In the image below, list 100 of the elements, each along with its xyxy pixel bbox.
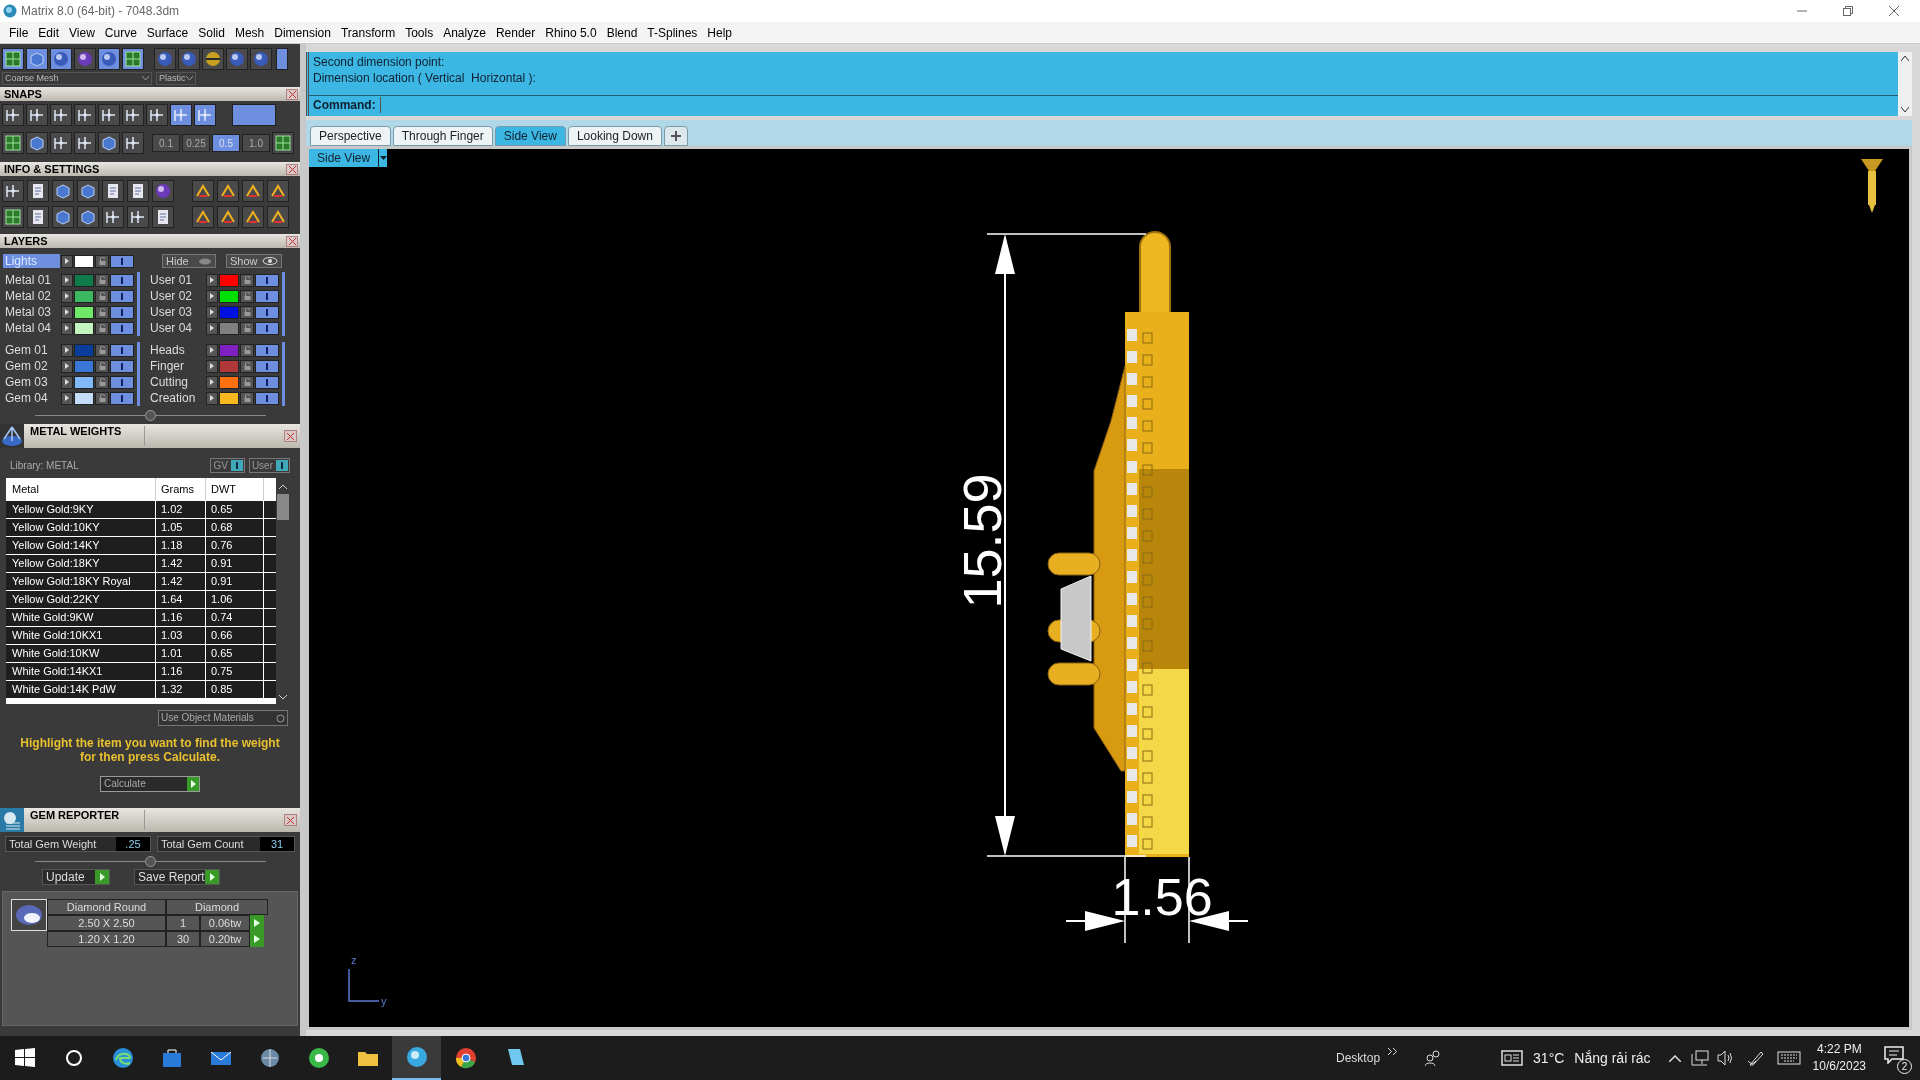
column-header[interactable]: Metal [6,478,156,500]
visibility-toggle[interactable] [255,359,279,373]
view-tab[interactable]: Perspective [310,126,391,146]
lock-button[interactable] [95,254,109,268]
close-panel-button[interactable] [284,814,297,826]
network-icon[interactable] [1690,1050,1709,1066]
weather-description[interactable]: Nắng rải rác [1574,1047,1651,1069]
grid-tool-button[interactable] [2,206,24,228]
visibility-toggle[interactable] [110,273,134,287]
crosshair-tool-button[interactable] [50,104,72,126]
view-tab[interactable]: Side View [494,126,566,146]
visibility-toggle[interactable] [255,273,279,287]
menu-item[interactable]: Tools [400,23,439,42]
triangle-tool-button[interactable] [217,180,239,202]
document-tool-button[interactable] [27,206,49,228]
crosshair-tool-button[interactable] [50,132,72,154]
visibility-toggle[interactable] [110,305,134,319]
desktop-toolbar-label[interactable]: Desktop [1336,1049,1381,1067]
expand-button[interactable] [61,273,73,287]
expand-handle[interactable] [144,855,156,867]
layer-name[interactable]: User 04 [148,321,205,335]
triangle-tool-button[interactable] [242,180,264,202]
triangle-tool-button[interactable] [267,206,289,228]
layer-name[interactable]: Cutting [148,375,205,389]
expand-button[interactable] [206,343,218,357]
layer-color-swatch[interactable] [74,273,94,287]
layer-color-swatch[interactable] [74,321,94,335]
menu-item[interactable]: Blend [601,23,643,42]
visibility-toggle[interactable] [255,321,279,335]
menu-item[interactable]: File [4,23,34,42]
toggle-button[interactable] [276,48,288,70]
lock-button[interactable] [240,391,254,405]
layer-name[interactable]: Metal 02 [3,289,60,303]
chevron-up-icon[interactable] [1668,1054,1681,1062]
toggle-button[interactable] [232,104,276,126]
clock-date[interactable]: 10/6/2023 [1812,1058,1866,1075]
people-icon[interactable] [1425,1050,1442,1066]
lock-button[interactable] [95,321,109,335]
news-icon[interactable] [1501,1050,1524,1066]
cube-tool-button[interactable] [26,48,48,70]
lock-button[interactable] [95,375,109,389]
visibility-toggle[interactable] [110,375,134,389]
lock-button[interactable] [95,343,109,357]
sphere-tool-button[interactable] [250,48,272,70]
chevron-icon[interactable] [1388,1047,1398,1055]
layer-color-swatch[interactable] [74,391,94,405]
expand-button[interactable] [206,391,218,405]
layer-color-swatch[interactable] [219,391,239,405]
expand-button[interactable] [206,273,218,287]
layer-color-swatch[interactable] [219,375,239,389]
crosshair-tool-button[interactable] [146,104,168,126]
view-tab[interactable]: Through Finger [392,126,493,146]
snap-value-button[interactable]: 0.25 [182,134,210,152]
document-tool-button[interactable] [152,206,174,228]
layer-name[interactable]: Gem 03 [3,375,60,389]
visibility-toggle[interactable] [110,289,134,303]
expand-button[interactable] [61,305,73,319]
layer-color-swatch[interactable] [219,343,239,357]
expand-button[interactable] [61,254,73,268]
orientation-figure-icon[interactable] [1861,159,1883,213]
crosshair-tool-button[interactable] [122,104,144,126]
layer-color-swatch[interactable] [74,305,94,319]
keyboard-icon[interactable] [1776,1051,1801,1065]
cube-tool-button[interactable] [52,206,74,228]
expand-button[interactable] [61,359,73,373]
layer-name[interactable]: Metal 01 [3,273,60,287]
triangle-tool-button[interactable] [217,206,239,228]
pendant-model-drawing[interactable] [1047,231,1189,857]
layer-color-swatch[interactable] [219,273,239,287]
crosshair-tool-button[interactable] [122,132,144,154]
layer-name[interactable]: Gem 02 [3,359,60,373]
crosshair-tool-button[interactable] [194,104,216,126]
layer-name[interactable]: Metal 04 [3,321,60,335]
save-report-button[interactable]: Save Report [134,869,220,885]
pen-icon[interactable] [1746,1049,1765,1067]
menu-item[interactable]: Dimension [269,23,336,42]
visibility-toggle[interactable] [110,359,134,373]
layer-color-swatch[interactable] [74,343,94,357]
select-gems-button[interactable] [250,931,264,947]
layer-name[interactable]: User 03 [148,305,205,319]
menu-item[interactable]: Mesh [229,23,270,42]
sphere-tool-button[interactable] [226,48,248,70]
lock-button[interactable] [240,289,254,303]
grid-tool-button[interactable] [122,48,144,70]
sphere-tool-button[interactable] [178,48,200,70]
lock-button[interactable] [240,321,254,335]
close-panel-button[interactable] [286,235,298,247]
cube-tool-button[interactable] [98,132,120,154]
layer-color-swatch[interactable] [219,359,239,373]
cube-tool-button[interactable] [77,206,99,228]
lock-button[interactable] [240,273,254,287]
crosshair-tool-button[interactable] [2,104,24,126]
expand-button[interactable] [206,305,218,319]
crosshair-tool-button[interactable] [74,132,96,154]
menu-item[interactable]: Transform [335,23,401,42]
calculate-button[interactable]: Calculate [100,776,200,792]
layer-name[interactable]: Heads [148,343,205,357]
lock-button[interactable] [240,359,254,373]
layer-name[interactable]: Metal 03 [3,305,60,319]
volume-icon[interactable] [1716,1050,1735,1066]
